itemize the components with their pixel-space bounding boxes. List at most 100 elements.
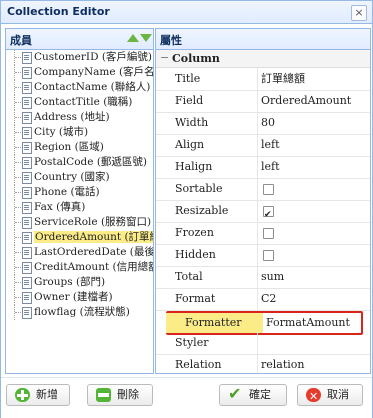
member-field-item[interactable]: flowflag (流程狀態) <box>6 305 153 320</box>
property-row-hidden[interactable]: Hidden <box>156 244 370 267</box>
property-name: Relation <box>156 354 258 373</box>
document-icon <box>22 172 32 184</box>
tree-branch <box>15 252 21 254</box>
property-value[interactable] <box>261 244 370 266</box>
member-field-label: ServiceRole (服務窗口) <box>34 216 152 228</box>
unchecked-checkbox[interactable] <box>263 184 274 195</box>
property-value[interactable]: sum <box>261 266 370 288</box>
member-field-label: Address (地址) <box>34 111 110 123</box>
property-row-relation[interactable]: Relation relation <box>156 354 370 373</box>
member-field-item[interactable]: CustomerID (客戶編號) <box>6 50 153 65</box>
document-icon <box>22 187 32 199</box>
property-row-field[interactable]: Field OrderedAmount <box>156 90 370 113</box>
member-field-item[interactable]: Fax (傳真) <box>6 200 153 215</box>
property-value[interactable] <box>261 178 370 200</box>
property-row-sortable[interactable]: Sortable <box>156 178 370 201</box>
tree-branch <box>15 117 21 119</box>
property-name: Total <box>156 266 258 288</box>
document-icon <box>22 217 32 229</box>
property-value[interactable]: C2 <box>261 288 370 310</box>
member-field-item[interactable]: ServiceRole (服務窗口) <box>6 215 153 230</box>
document-icon <box>22 52 32 64</box>
property-value[interactable] <box>261 200 370 226</box>
property-value[interactable]: 訂單總額 <box>261 68 370 90</box>
property-value[interactable]: left <box>261 134 370 156</box>
property-value[interactable] <box>261 332 370 354</box>
checked-checkbox[interactable] <box>263 204 274 226</box>
member-field-item[interactable]: Country (國家) <box>6 170 153 185</box>
add-button[interactable]: 新增 <box>6 384 70 406</box>
member-field-item[interactable]: Owner (建檔者) <box>6 290 153 305</box>
member-field-item[interactable]: Address (地址) <box>6 110 153 125</box>
property-name: Frozen <box>156 222 258 244</box>
checkmark-icon <box>228 384 243 404</box>
property-row-total[interactable]: Total sum <box>156 266 370 289</box>
collapse-group-icon[interactable]: − <box>160 51 169 64</box>
property-value[interactable]: left <box>261 156 370 178</box>
tree-branch <box>15 102 21 104</box>
member-field-label: Country (國家) <box>34 171 110 183</box>
member-field-label: Phone (電話) <box>34 186 100 198</box>
member-field-item[interactable]: CreditAmount (信用總額) <box>6 260 153 275</box>
property-name: Field <box>156 90 258 112</box>
member-field-item[interactable]: CompanyName (客戶名稱) <box>6 65 153 80</box>
dialog-footer: 新增 刪除 確定 取消 <box>1 377 372 418</box>
member-field-item[interactable]: Region (區域) <box>6 140 153 155</box>
ok-button[interactable]: 確定 <box>219 384 287 406</box>
property-value[interactable]: OrderedAmount <box>261 90 370 112</box>
member-field-label: OrderedAmount (訂單總額) <box>34 231 153 243</box>
document-icon <box>22 157 32 169</box>
unchecked-checkbox[interactable] <box>263 250 274 261</box>
move-up-arrow-icon[interactable] <box>127 34 139 42</box>
property-row-align[interactable]: Align left <box>156 134 370 157</box>
members-panel-header: 成員 <box>6 29 153 50</box>
property-row-frozen[interactable]: Frozen <box>156 222 370 245</box>
member-field-item[interactable]: LastOrderedDate (最後訂單日 <box>6 245 153 260</box>
member-field-item[interactable]: OrderedAmount (訂單總額) <box>6 230 153 245</box>
property-value[interactable]: relation <box>261 354 370 373</box>
tree-branch <box>15 282 21 284</box>
property-row-resizable[interactable]: Resizable <box>156 200 370 226</box>
property-name: Width <box>156 112 258 134</box>
property-row-halign[interactable]: Halign left <box>156 156 370 179</box>
member-field-item[interactable]: City (城市) <box>6 125 153 140</box>
member-field-label: Region (區域) <box>34 141 104 153</box>
property-value[interactable]: FormatAmount <box>263 313 361 333</box>
unchecked-checkbox[interactable] <box>263 228 274 239</box>
member-field-item[interactable]: PostalCode (郵遞區號) <box>6 155 153 170</box>
property-name: Align <box>156 134 258 156</box>
member-field-item[interactable]: Phone (電話) <box>6 185 153 200</box>
move-down-arrow-icon[interactable] <box>140 34 152 42</box>
property-value[interactable] <box>261 222 370 244</box>
property-row-width[interactable]: Width 80 <box>156 112 370 135</box>
title-bar: Collection Editor × <box>1 1 372 24</box>
property-row-title[interactable]: Title 訂單總額 <box>156 68 370 91</box>
add-icon <box>15 388 30 402</box>
tree-branch <box>15 132 21 134</box>
delete-button[interactable]: 刪除 <box>87 384 153 406</box>
close-icon[interactable]: × <box>351 5 367 21</box>
property-row-format[interactable]: Format C2 <box>156 288 370 311</box>
tree-branch <box>15 312 21 314</box>
property-row-styler[interactable]: Styler <box>156 332 370 355</box>
member-field-label: flowflag (流程狀態) <box>34 306 130 318</box>
tree-branch <box>15 72 21 74</box>
member-field-item[interactable]: Groups (部門) <box>6 275 153 290</box>
member-field-label: LastOrderedDate (最後訂單日 <box>34 246 153 258</box>
property-name: Resizable <box>156 200 258 222</box>
member-field-item[interactable]: ContactName (聯絡人) <box>6 80 153 95</box>
document-icon <box>22 247 32 259</box>
window-title: Collection Editor <box>7 5 110 18</box>
properties-panel-header: 屬性 <box>156 29 370 50</box>
document-icon <box>22 232 32 244</box>
tree-branch <box>15 57 21 59</box>
cancel-button[interactable]: 取消 <box>297 384 363 407</box>
properties-header-label: 屬性 <box>160 34 182 47</box>
tree-branch <box>15 162 21 164</box>
document-icon <box>22 262 32 274</box>
member-field-item[interactable]: ContactTitle (職稱) <box>6 95 153 110</box>
member-field-list: CustomerID (客戶編號) CompanyName (客戶名稱) Conta… <box>6 50 153 373</box>
property-group-column[interactable]: − Column <box>156 50 370 68</box>
property-value[interactable]: 80 <box>261 112 370 134</box>
member-field-label: CreditAmount (信用總額) <box>34 261 153 273</box>
